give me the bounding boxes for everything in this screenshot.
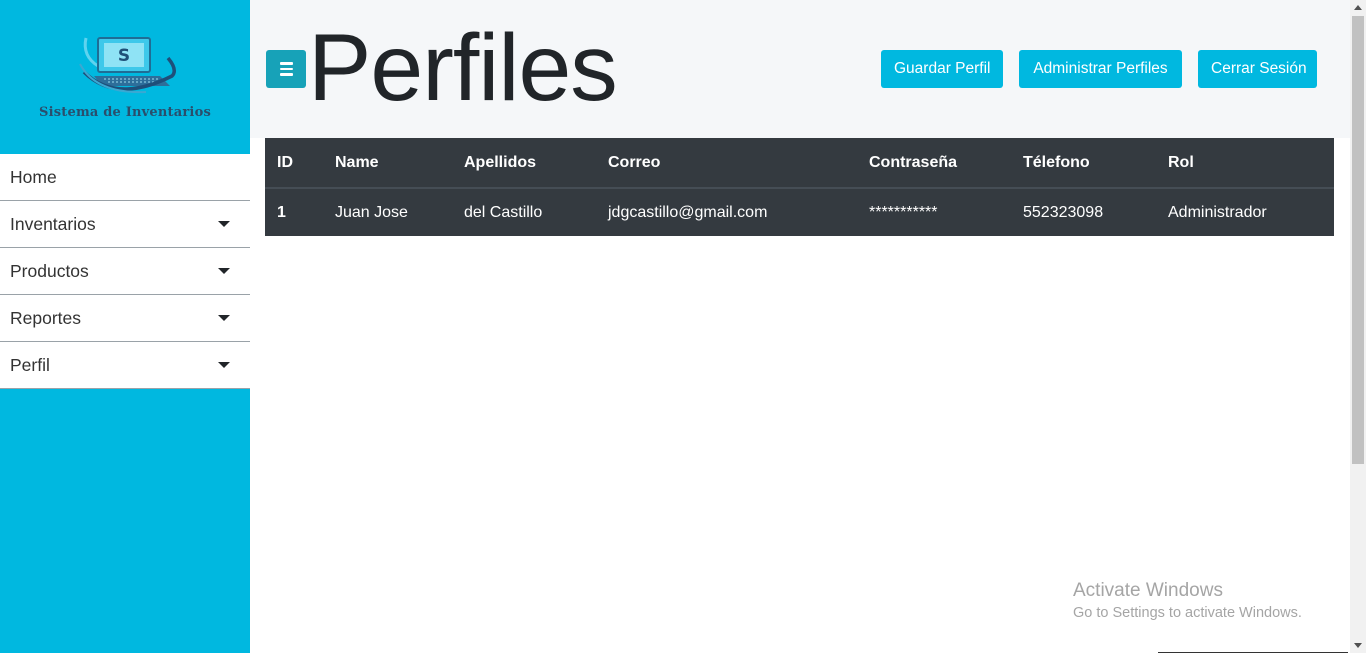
scroll-down-arrow-icon[interactable] — [1354, 643, 1362, 648]
cell-id: 1 — [277, 203, 286, 221]
svg-text:S: S — [118, 46, 130, 66]
cell-correo: jdgcastillo@gmail.com — [608, 203, 768, 221]
column-header-contrasena: Contraseña — [857, 138, 1011, 189]
caret-down-icon — [218, 268, 230, 274]
column-header-correo: Correo — [596, 138, 857, 189]
watermark-title: Activate Windows — [1073, 580, 1223, 601]
scroll-up-arrow-icon[interactable] — [1354, 5, 1362, 10]
caret-down-icon — [218, 315, 230, 321]
vertical-scrollbar[interactable] — [1350, 0, 1366, 653]
save-profile-button[interactable]: Guardar Perfil — [881, 50, 1003, 88]
caret-down-icon — [218, 362, 230, 368]
sidebar-nav: Home Inventarios Productos Reportes Perf… — [0, 154, 250, 389]
sidebar-item-perfil[interactable]: Perfil — [0, 342, 250, 389]
cell-name: Juan Jose — [335, 203, 408, 221]
logo-text: Sistema de Inventarios — [39, 105, 211, 120]
logo-area: S Sistema de Inventarios — [0, 0, 250, 154]
manage-profiles-button[interactable]: Administrar Perfiles — [1019, 50, 1182, 88]
sidebar-item-label: Perfil — [10, 354, 50, 375]
sidebar-item-home[interactable]: Home — [0, 154, 250, 201]
scrollbar-thumb[interactable] — [1352, 16, 1364, 464]
cell-telefono: 552323098 — [1023, 203, 1104, 221]
sidebar-item-label: Inventarios — [10, 213, 96, 234]
cell-rol: Administrador — [1168, 203, 1267, 221]
activation-watermark: Activate Windows Go to Settings to activ… — [1073, 580, 1302, 621]
sidebar-item-label: Reportes — [10, 307, 82, 328]
main-content: Perfiles Guardar Perfil Administrar Perf… — [250, 0, 1350, 653]
cell-apellidos: del Castillo — [464, 203, 543, 221]
sidebar: S Sistema de Inventarios Home Inventario… — [0, 0, 250, 653]
table-header-row: ID Name Apellidos Correo Contraseña Téle… — [265, 138, 1334, 189]
page-title: Perfiles — [308, 15, 618, 121]
watermark-subtitle: Go to Settings to activate Windows. — [1073, 605, 1302, 621]
column-header-rol: Rol — [1156, 138, 1334, 189]
column-header-telefono: Télefono — [1011, 138, 1156, 189]
table-row[interactable]: 1 Juan Jose del Castillo jdgcastillo@gma… — [265, 188, 1334, 236]
column-header-id: ID — [265, 138, 323, 189]
sidebar-item-productos[interactable]: Productos — [0, 248, 250, 295]
hamburger-menu-icon — [279, 62, 293, 65]
sidebar-item-reportes[interactable]: Reportes — [0, 295, 250, 342]
sidebar-item-label: Home — [10, 166, 57, 187]
column-header-apellidos: Apellidos — [452, 138, 596, 189]
sidebar-item-label: Productos — [10, 260, 89, 281]
column-header-name: Name — [323, 138, 452, 189]
sidebar-toggle-button[interactable] — [266, 50, 306, 88]
caret-down-icon — [218, 221, 230, 227]
logout-button[interactable]: Cerrar Sesión — [1198, 50, 1317, 88]
cell-contrasena: *********** — [869, 203, 938, 221]
logo-icon: S — [79, 37, 176, 94]
sidebar-item-inventarios[interactable]: Inventarios — [0, 201, 250, 248]
page-header: Perfiles Guardar Perfil Administrar Perf… — [250, 0, 1350, 138]
profiles-table: ID Name Apellidos Correo Contraseña Téle… — [265, 138, 1334, 236]
